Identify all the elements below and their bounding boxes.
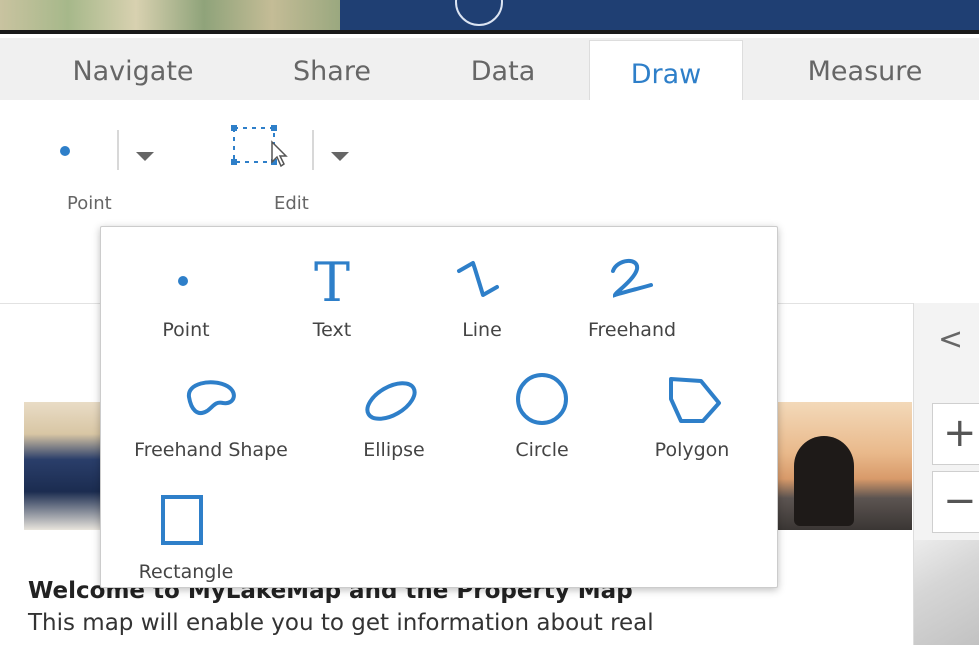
text-icon: T (314, 251, 350, 309)
welcome-photo-right (778, 402, 912, 530)
menu-item-label: Line (462, 319, 502, 341)
line-icon (457, 261, 499, 297)
tab-draw[interactable]: Draw (589, 40, 743, 101)
photo-figure (794, 436, 854, 526)
menu-item-label: Text (312, 319, 352, 341)
banner-divider (0, 30, 979, 34)
welcome-text: This map will enable you to get informat… (28, 610, 654, 636)
menu-item-label: Circle (515, 439, 569, 461)
point-icon (178, 276, 188, 286)
menu-item-polygon[interactable]: Polygon (607, 369, 777, 469)
banner-logo-circle (455, 0, 503, 26)
tab-share[interactable]: Share (262, 38, 402, 100)
menu-item-circle[interactable]: Circle (457, 369, 627, 469)
menu-item-label: Freehand Shape (134, 439, 288, 461)
welcome-photo-left (24, 402, 102, 530)
menu-item-label: Ellipse (363, 439, 425, 461)
menu-item-point[interactable]: Point (101, 249, 271, 349)
map-view[interactable] (914, 540, 979, 645)
menu-item-freehand[interactable]: Freehand (547, 249, 717, 349)
point-dropdown-icon[interactable] (136, 152, 154, 161)
freehand-icon (611, 259, 653, 298)
polygon-icon (669, 377, 721, 423)
menu-item-freehand-shape[interactable]: Freehand Shape (127, 369, 297, 469)
menu-item-ellipse[interactable]: Ellipse (309, 369, 479, 469)
toolbar-separator (312, 130, 314, 170)
tab-data[interactable]: Data (438, 38, 568, 100)
edit-select-icon (231, 125, 288, 168)
menu-item-label: Point (162, 319, 210, 341)
menu-item-line[interactable]: Line (397, 249, 567, 349)
edit-tool-button[interactable] (224, 120, 294, 190)
point-tool-label: Point (67, 193, 112, 214)
rectangle-icon (161, 495, 203, 545)
menu-item-label: Freehand (587, 319, 677, 341)
zoom-out-button[interactable]: − (932, 471, 979, 533)
freehand-shape-icon (187, 380, 236, 416)
ellipse-icon (365, 381, 417, 421)
edit-dropdown-icon[interactable] (331, 152, 349, 161)
edit-tool-label: Edit (274, 193, 309, 214)
tab-measure[interactable]: Measure (770, 38, 960, 100)
point-icon (60, 146, 70, 156)
toolbar-separator (117, 130, 119, 170)
svg-text:T: T (314, 251, 350, 309)
menu-item-label: Rectangle (138, 561, 234, 583)
main-tab-bar: Navigate Share Data Draw Measure (0, 38, 979, 101)
banner-image (0, 0, 340, 32)
header-banner (0, 0, 979, 32)
menu-item-rectangle[interactable]: Rectangle (101, 489, 271, 589)
menu-item-label: Polygon (654, 439, 730, 461)
collapse-panel-icon[interactable]: < (938, 322, 963, 357)
circle-icon (516, 373, 568, 425)
zoom-in-button[interactable]: + (932, 403, 979, 465)
menu-item-text[interactable]: T Text (247, 249, 417, 349)
draw-shape-menu: Point T Text Line Freehand Freehand Shap… (100, 226, 778, 588)
tab-navigate[interactable]: Navigate (40, 38, 226, 100)
